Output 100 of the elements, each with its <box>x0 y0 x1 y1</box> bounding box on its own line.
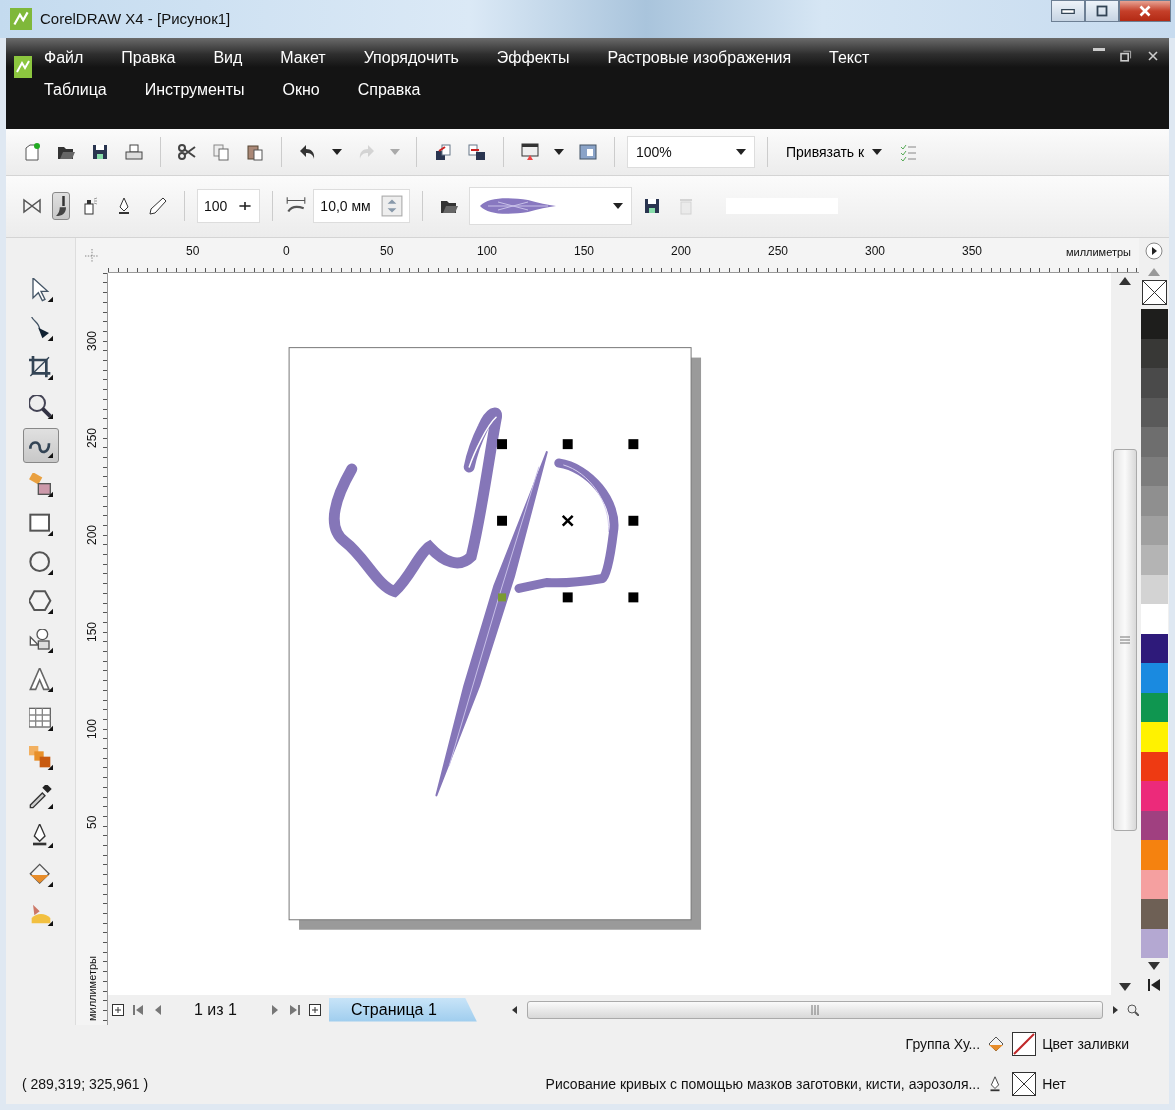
color-swatch[interactable] <box>1140 397 1168 428</box>
color-swatch[interactable] <box>1140 810 1168 841</box>
ruler-label: 250 <box>84 428 99 451</box>
menu-item[interactable]: Текст <box>827 45 872 70</box>
grip-icon <box>809 1004 820 1015</box>
ruler-label: 300 <box>84 331 99 354</box>
color-swatch[interactable] <box>1140 338 1168 369</box>
selection-handle[interactable] <box>628 516 639 526</box>
add-page-icon <box>112 1003 124 1016</box>
menu-item[interactable]: Вид <box>211 45 245 70</box>
menu-item[interactable]: Окно <box>280 77 322 102</box>
export-icon <box>467 141 487 162</box>
color-swatch[interactable] <box>1140 604 1168 634</box>
color-swatch[interactable] <box>1140 545 1168 575</box>
scissors-icon <box>177 141 197 162</box>
fill-label: Цвет заливки <box>1042 1036 1129 1053</box>
no-color-swatch[interactable] <box>1141 280 1167 306</box>
color-swatch[interactable] <box>1140 899 1168 929</box>
menu-item[interactable]: Инструменты <box>142 77 247 102</box>
color-swatch[interactable] <box>1140 515 1168 546</box>
menu-item[interactable]: Правка <box>119 45 178 70</box>
smart-fill-icon <box>28 472 53 497</box>
brush-icon <box>56 196 66 217</box>
color-swatch[interactable] <box>1140 751 1168 782</box>
printer-icon <box>124 141 144 162</box>
ruler-label: 150 <box>84 622 99 645</box>
close-button[interactable] <box>1119 0 1171 22</box>
ruler-unit: миллиметры <box>85 955 98 1021</box>
new-document-icon <box>22 141 42 162</box>
caret-icon <box>332 148 342 155</box>
color-swatch[interactable] <box>1140 781 1168 811</box>
window-title: CorelDRAW X4 - [Рисунок1] <box>40 10 232 28</box>
menu-item[interactable]: Эффекты <box>494 45 572 70</box>
zoom-dropdown[interactable]: 100% <box>627 135 755 168</box>
shape-icon <box>28 316 53 341</box>
ruler-label: 50 <box>84 816 99 832</box>
selection-handle[interactable] <box>628 439 639 450</box>
scrollbar-thumb[interactable] <box>526 1000 1103 1019</box>
minimize-icon <box>1061 8 1075 14</box>
color-swatch[interactable] <box>1140 840 1168 870</box>
menu-item[interactable]: Макет <box>278 45 328 70</box>
center-mark <box>561 514 574 528</box>
color-swatch[interactable] <box>1140 427 1168 457</box>
color-swatch[interactable] <box>1140 574 1168 605</box>
up-arrow-icon <box>1119 277 1131 286</box>
page-tab[interactable]: Страница 1 <box>328 997 477 1022</box>
selection-handle[interactable] <box>497 516 507 526</box>
maximize-button[interactable] <box>1085 0 1119 22</box>
node-handle[interactable] <box>498 593 506 602</box>
smoothing-field[interactable]: 100 <box>197 189 261 224</box>
ruler-label: 100 <box>84 719 99 742</box>
brush-mode-button[interactable] <box>52 192 70 221</box>
caret-icon <box>736 148 746 155</box>
selection-handle[interactable] <box>562 439 573 450</box>
fill-icon <box>28 862 53 887</box>
play-icon <box>1145 242 1163 261</box>
first-page-icon <box>132 1003 144 1016</box>
crop-icon <box>28 355 53 380</box>
eyedropper-icon <box>28 784 53 809</box>
menu-item[interactable]: Справка <box>355 77 423 102</box>
ruler-label: 200 <box>84 525 99 548</box>
menu-item[interactable]: Таблица <box>42 77 109 102</box>
selection-handle[interactable] <box>628 592 639 603</box>
caret-icon <box>390 148 400 155</box>
color-swatch[interactable] <box>1140 309 1168 339</box>
skip-back-icon <box>1147 978 1161 993</box>
color-swatch[interactable] <box>1140 663 1168 693</box>
ruler-label: 150 <box>574 243 596 261</box>
scrollbar-thumb[interactable] <box>1113 449 1137 832</box>
down-arrow-icon <box>1148 962 1160 971</box>
color-swatch[interactable] <box>1140 692 1168 723</box>
pen-icon <box>148 196 168 217</box>
ruler-label: 200 <box>671 243 693 261</box>
color-swatch[interactable] <box>1140 722 1168 752</box>
menu-item[interactable]: Файл <box>42 45 86 70</box>
menu-item[interactable]: Растровые изображения <box>605 45 794 70</box>
minimize-icon <box>1093 47 1105 51</box>
ruler-label: 0 <box>283 243 291 261</box>
curve-tool-button[interactable] <box>22 428 59 464</box>
cross-icon <box>1142 281 1166 305</box>
color-swatch[interactable] <box>1140 869 1168 900</box>
selection-handle[interactable] <box>562 592 573 603</box>
outline-label: Нет <box>1042 1076 1067 1093</box>
color-swatch[interactable] <box>1140 928 1168 959</box>
cursor-coordinates: ( 289,319; 325,961 ) <box>22 1076 149 1093</box>
welcome-screen-icon <box>578 141 598 162</box>
color-swatch[interactable] <box>1140 633 1168 664</box>
menu-item[interactable]: Упорядочить <box>361 45 461 70</box>
minimize-button[interactable] <box>1051 0 1085 22</box>
color-swatch[interactable] <box>1140 486 1168 516</box>
selection-handle[interactable] <box>497 439 507 450</box>
stroke-preset-dropdown[interactable] <box>468 187 632 226</box>
interactive-icon <box>28 745 53 770</box>
color-swatch[interactable] <box>1140 368 1168 398</box>
origin-crosshair-icon <box>85 248 99 263</box>
snap-dropdown[interactable]: Привязать к <box>780 142 889 161</box>
stroke-width-field[interactable]: 10,0 мм <box>313 189 410 224</box>
color-swatch[interactable] <box>1140 456 1168 487</box>
zoom-icon <box>28 394 53 419</box>
tool-hint: Рисование кривых с помощью мазков заготовки, кисти, аэрозоля... <box>545 1076 981 1093</box>
